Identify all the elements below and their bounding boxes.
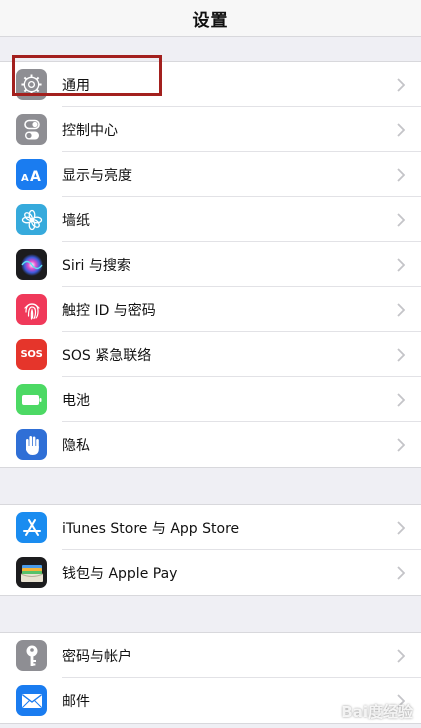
chevron-right-icon [395,242,407,287]
settings-row-battery[interactable]: 电池 [0,377,421,422]
settings-row-privacy[interactable]: 隐私 [0,422,421,467]
chevron-right-icon [395,377,407,422]
settings-row-label: 邮件 [62,693,90,710]
app-store-icon [16,512,47,543]
chevron-right-icon [395,107,407,152]
settings-row-label: 电池 [62,392,90,409]
chevron-right-icon [395,197,407,242]
settings-row-wallet-apple-pay[interactable]: 钱包与 Apple Pay [0,550,421,595]
settings-row-label: 触控 ID 与密码 [62,302,156,319]
fingerprint-icon [16,294,47,325]
navigation-bar: 设置 [0,0,421,37]
page-title: 设置 [192,10,229,31]
watermark-text: Bai度经验 [341,703,413,721]
chevron-right-icon [395,62,407,107]
settings-row-label: iTunes Store 与 App Store [62,520,240,537]
sos-icon: SOS [16,339,47,370]
settings-row-label: 通用 [62,77,90,94]
chevron-right-icon [395,287,407,332]
chevron-right-icon [395,152,407,197]
chevron-right-icon [395,422,407,467]
chevron-right-icon [395,505,407,550]
settings-row-touch-id-passcode[interactable]: 触控 ID 与密码 [0,287,421,332]
sos-icon-text: SOS [20,349,43,360]
settings-row-label: Siri 与搜索 [62,257,131,274]
battery-icon [16,384,47,415]
settings-row-display-brightness[interactable]: A A 显示与亮度 [0,152,421,197]
settings-row-general[interactable]: 通用 [0,62,421,107]
key-icon [16,640,47,671]
settings-row-label: 隐私 [62,437,90,454]
settings-row-siri-search[interactable]: Siri 与搜索 [0,242,421,287]
flower-icon [16,204,47,235]
wallet-icon [16,557,47,588]
mail-icon [16,685,47,716]
chevron-right-icon [395,550,407,595]
hand-icon [16,429,47,460]
siri-icon [16,249,47,280]
svg-text:A: A [21,173,29,184]
settings-row-label: SOS 紧急联络 [62,347,152,364]
text-size-icon: A A [16,159,47,190]
settings-row-label: 密码与帐户 [62,648,132,665]
settings-row-control-center[interactable]: 控制中心 [0,107,421,152]
svg-text:A: A [30,169,41,184]
settings-row-itunes-app-store[interactable]: iTunes Store 与 App Store [0,505,421,550]
settings-row-wallpaper[interactable]: 墙纸 [0,197,421,242]
settings-row-label: 控制中心 [62,122,118,139]
settings-row-label: 钱包与 Apple Pay [62,565,178,582]
settings-row-passwords-accounts[interactable]: 密码与帐户 [0,633,421,678]
chevron-right-icon [395,633,407,678]
chevron-right-icon [395,332,407,377]
settings-row-label: 显示与亮度 [62,167,132,184]
settings-group-store: iTunes Store 与 App Store 钱包与 Apple Pay [0,504,421,596]
settings-row-label: 墙纸 [62,212,90,229]
gear-icon [16,69,47,100]
settings-group-system: 通用 控制中心 A A 显示与亮度 墙纸 Siri 与搜索 触控 ID 与密码 … [0,61,421,468]
toggle-icon [16,114,47,145]
settings-row-emergency-sos[interactable]: SOS SOS 紧急联络 [0,332,421,377]
